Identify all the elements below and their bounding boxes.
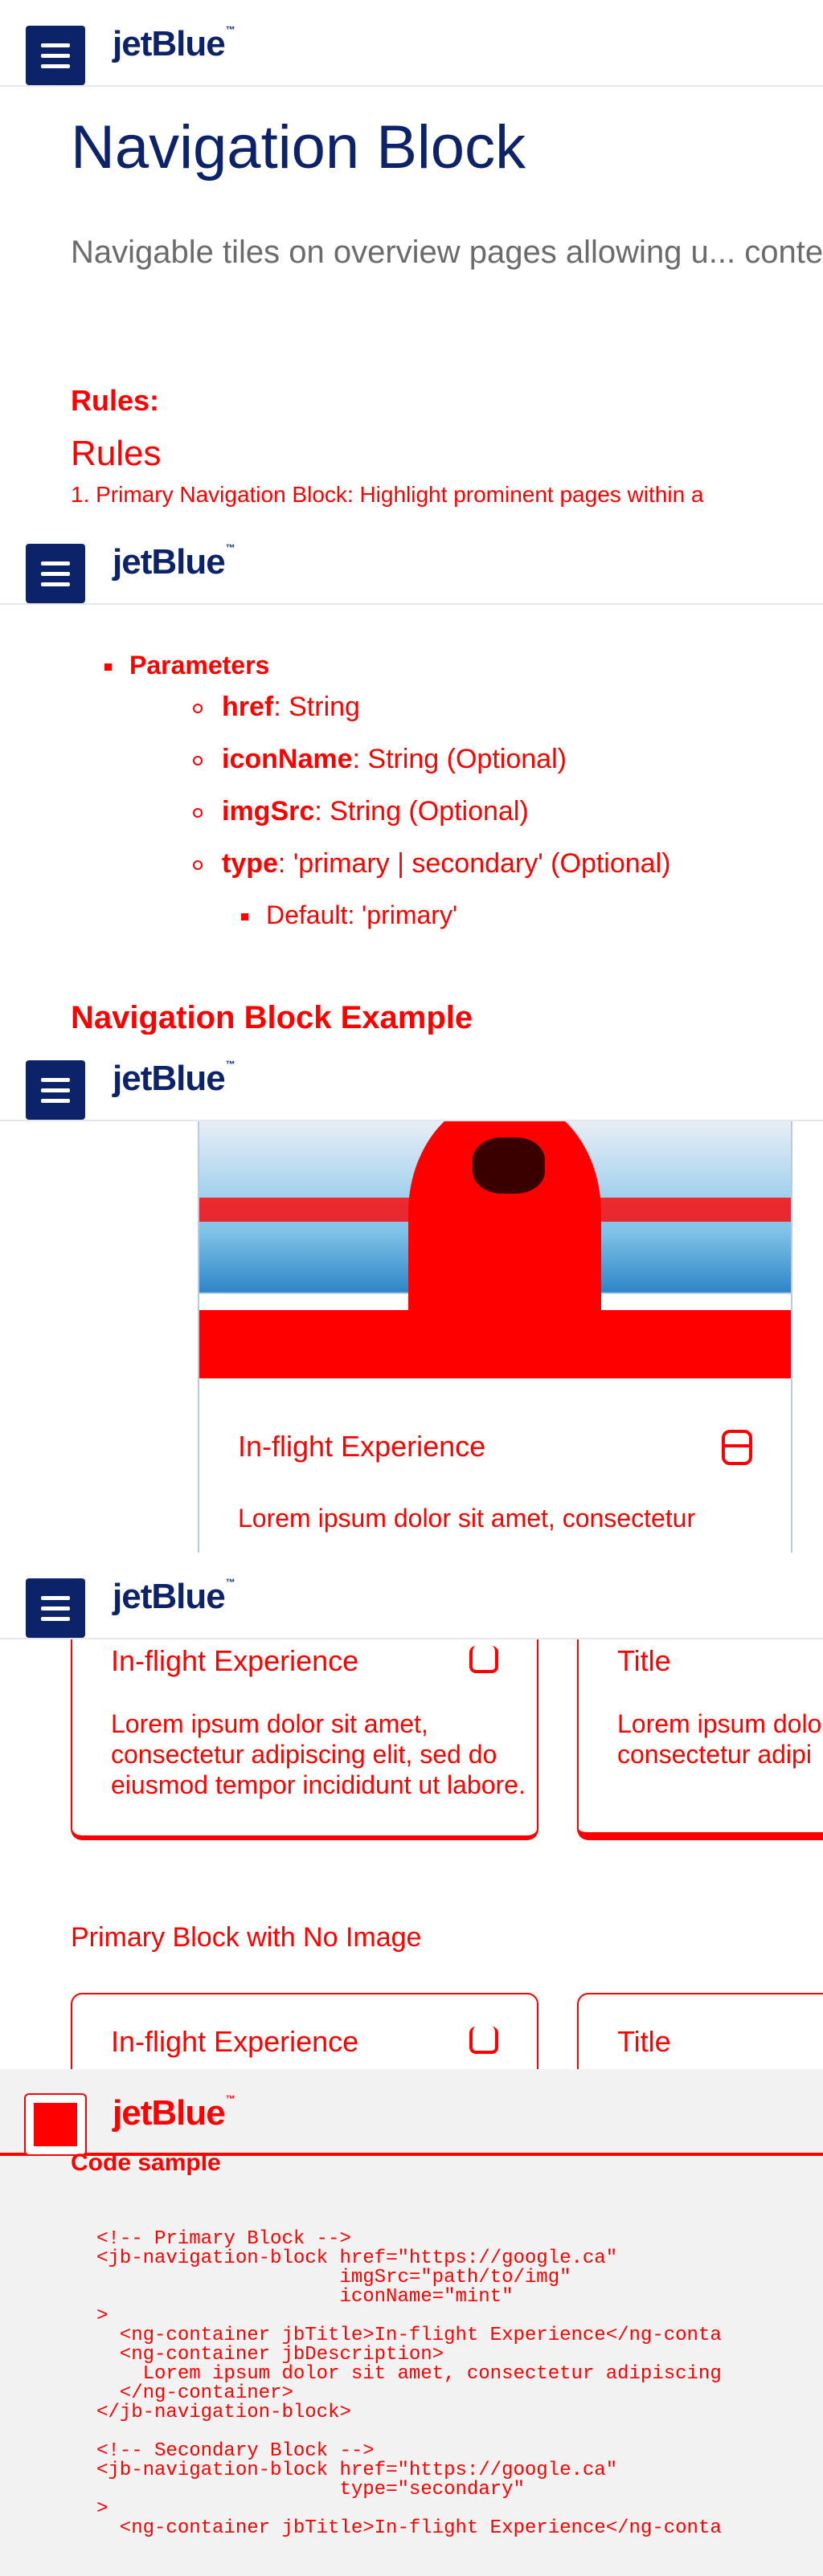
site-header: jetBlue™ xyxy=(0,2069,823,2156)
tile-description: Lorem ipsum dolor sit amet, consectetur … xyxy=(111,1709,526,1799)
jetblue-logo[interactable]: jetBlue™ xyxy=(113,542,235,582)
param-default-note: Default: 'primary' xyxy=(241,900,670,930)
param-href: href: String xyxy=(193,692,670,723)
example-image-section: jetBlue™ In-flight Experience Lorem ipsu… xyxy=(0,1035,823,1553)
example-heading: Navigation Block Example xyxy=(71,1000,473,1035)
tile-description: Lorem ipsum dolor sit amet, consectetur xyxy=(238,1504,696,1533)
parameters-list: Parameters href: String iconName: String… xyxy=(104,651,670,930)
page-title: Navigation Block xyxy=(71,113,526,182)
primary-navigation-block[interactable]: In-flight Experience Lorem ipsum dolor s… xyxy=(71,1623,538,1840)
code-block[interactable]: <!-- Primary Block --> <jb-navigation-bl… xyxy=(71,2198,823,2576)
rule-item: 1. Primary Navigation Block: Highlight p… xyxy=(71,482,704,507)
secondary-navigation-block[interactable]: Title Lorem ipsum dolo consectetur adipi xyxy=(577,1623,823,1840)
code-sample-heading: Code sample xyxy=(71,2149,221,2176)
rules-label: Rules: xyxy=(71,384,160,417)
hamburger-icon[interactable] xyxy=(26,1578,85,1638)
param-type: type: 'primary | secondary' (Optional) xyxy=(193,848,670,880)
rules-heading: Rules xyxy=(71,434,162,473)
param-icon-name: iconName: String (Optional) xyxy=(193,744,670,775)
database-icon xyxy=(469,2027,498,2054)
no-image-heading: Primary Block with No Image xyxy=(71,1922,422,1953)
jetblue-logo[interactable]: jetBlue™ xyxy=(113,1577,235,1617)
page-description: Navigable tiles on overview pages allowi… xyxy=(71,235,823,270)
site-header: jetBlue™ xyxy=(0,0,823,87)
navigation-block-with-image[interactable]: In-flight Experience Lorem ipsum dolor s… xyxy=(198,1121,792,1553)
tile-title: In-flight Experience xyxy=(111,1644,359,1677)
tile-title: In-flight Experience xyxy=(238,1430,486,1463)
database-icon xyxy=(722,1430,752,1465)
jetblue-logo[interactable]: jetBlue™ xyxy=(113,24,235,64)
hamburger-icon[interactable] xyxy=(24,2093,87,2156)
site-header: jetBlue™ xyxy=(0,1553,823,1639)
hamburger-icon[interactable] xyxy=(26,544,85,603)
hamburger-icon[interactable] xyxy=(26,1060,85,1120)
site-header: jetBlue™ xyxy=(0,518,823,605)
tile-title: In-flight Experience xyxy=(111,2025,359,2058)
tile-title: Title xyxy=(617,1644,671,1677)
tile-description: Lorem ipsum dolo consectetur adipi xyxy=(617,1709,822,1769)
jetblue-logo[interactable]: jetBlue™ xyxy=(113,2093,235,2133)
primary-block-no-image[interactable]: In-flight Experience xyxy=(71,1993,538,2069)
tiles-section: jetBlue™ In-flight Experience Lorem ipsu… xyxy=(0,1553,823,2069)
jetblue-logo[interactable]: jetBlue™ xyxy=(113,1059,235,1099)
secondary-block-no-image[interactable]: Title xyxy=(577,1993,823,2069)
param-img-src: imgSrc: String (Optional) xyxy=(193,796,670,827)
intro-section: jetBlue™ Navigation Block Navigable tile… xyxy=(0,0,823,518)
site-header: jetBlue™ xyxy=(0,1035,823,1121)
tile-image xyxy=(199,1121,791,1396)
code-sample-section: jetBlue™ Code sample <!-- Primary Block … xyxy=(0,2069,823,2576)
tile-title: Title xyxy=(617,2025,671,2058)
parameters-section: jetBlue™ Parameters href: String iconNam… xyxy=(0,518,823,1035)
database-icon xyxy=(469,1646,498,1673)
hamburger-icon[interactable] xyxy=(26,26,85,85)
parameters-heading: Parameters xyxy=(104,651,670,680)
